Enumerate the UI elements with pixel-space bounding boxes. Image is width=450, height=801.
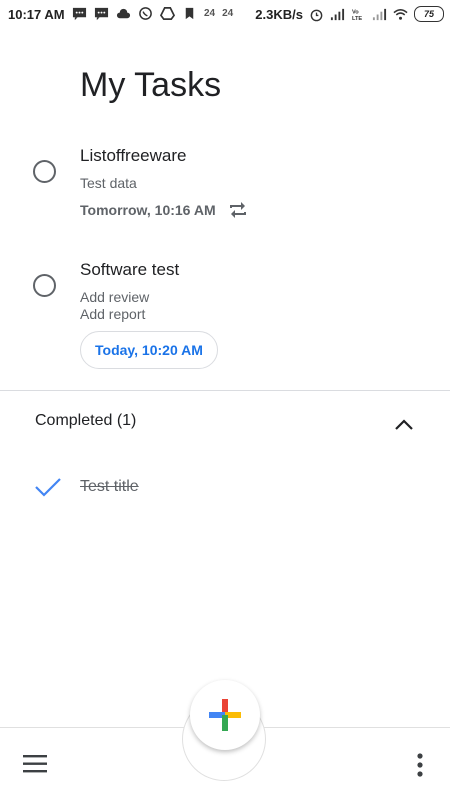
bookmark-icon: [185, 7, 194, 20]
wifi-icon: [393, 8, 408, 20]
task-title: Listoffreeware: [80, 146, 187, 165]
system-icons: 2.3KB/s Vo LTE 75: [255, 6, 444, 22]
add-icon: [209, 699, 241, 731]
menu-icon[interactable]: [22, 753, 48, 775]
svg-text:Vo: Vo: [352, 9, 359, 15]
task-item[interactable]: Software test Add review Add report Toda…: [0, 255, 450, 375]
repeat-icon: [229, 202, 246, 218]
due-date-chip[interactable]: Today, 10:20 AM: [80, 331, 218, 369]
task-item[interactable]: Listoffreeware Test data Tomorrow, 10:16…: [0, 140, 450, 240]
network-speed: 2.3KB/s: [255, 6, 303, 22]
whatsapp-icon: [139, 7, 152, 20]
battery-indicator: 75: [414, 6, 444, 22]
task-details: Test data: [80, 175, 137, 191]
cloud-icon: [116, 8, 131, 19]
volte-icon: VoLTE: [352, 9, 362, 22]
more-vert-icon[interactable]: [412, 752, 428, 778]
add-task-button[interactable]: [190, 680, 260, 750]
svg-text:LTE: LTE: [352, 16, 362, 22]
drive-icon: [160, 7, 175, 20]
notification-icons: 24 24: [72, 6, 233, 21]
complete-checkbox[interactable]: [33, 160, 56, 183]
check-icon[interactable]: [34, 476, 62, 498]
completed-task-title[interactable]: Test title: [80, 478, 139, 496]
completed-section-header[interactable]: Completed (1): [35, 412, 136, 430]
signal-icon: [330, 8, 345, 20]
status-number: 24: [222, 8, 234, 19]
status-number: 24: [204, 8, 216, 19]
status-bar: 10:17 AM 24 24 2.3KB/s Vo LTE 75: [0, 0, 450, 30]
divider: [0, 390, 450, 391]
page-title: My Tasks: [80, 66, 222, 104]
complete-checkbox[interactable]: [33, 274, 56, 297]
task-due-date[interactable]: Tomorrow, 10:16 AM: [80, 200, 248, 220]
signal-icon: [372, 8, 387, 20]
task-title: Software test: [80, 260, 180, 279]
task-details: Add review: [80, 289, 150, 305]
message-icon: [94, 7, 109, 21]
due-date-label: Tomorrow, 10:16 AM: [80, 202, 216, 218]
alarm-icon: [310, 9, 323, 21]
status-time: 10:17 AM: [8, 7, 65, 22]
message-icon: [72, 7, 87, 21]
chevron-up-icon[interactable]: [392, 414, 416, 434]
task-details: Add report: [80, 306, 146, 322]
